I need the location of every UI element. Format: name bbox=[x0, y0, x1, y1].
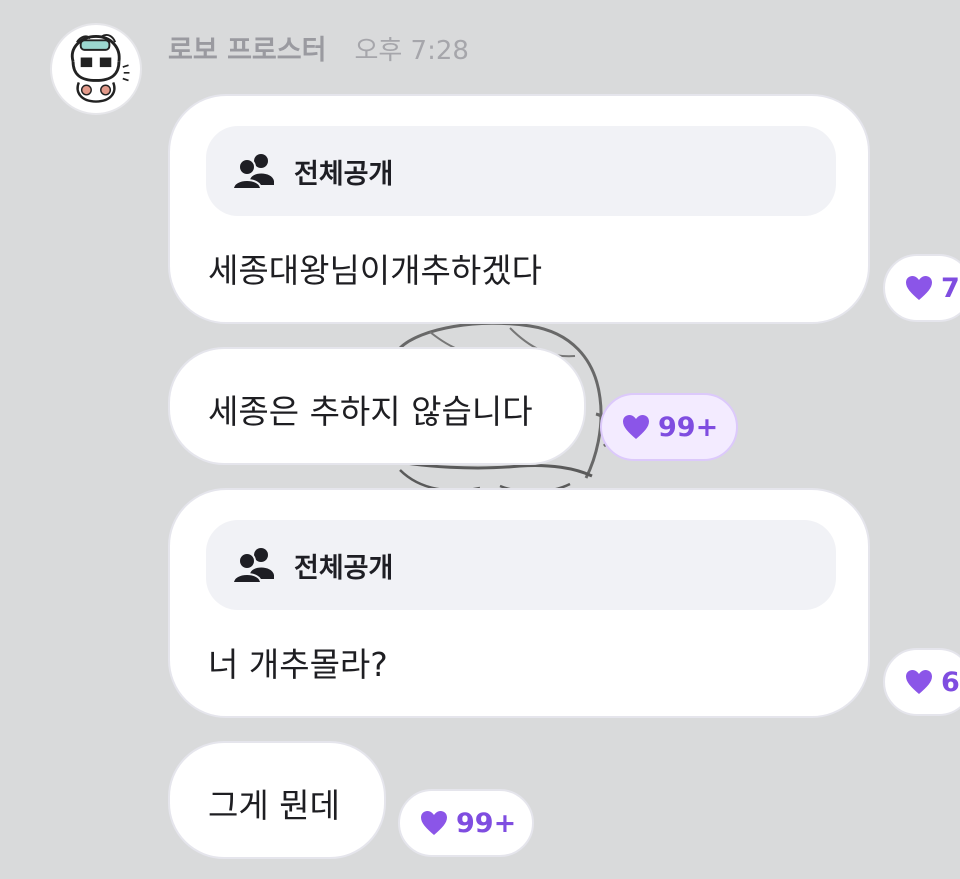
message-time: 오후 7:28 bbox=[354, 36, 469, 66]
message-bubble[interactable]: 전체공개 세종대왕님이개추하겠다 bbox=[168, 94, 870, 324]
avatar-drawing bbox=[70, 33, 130, 103]
message-text: 세종대왕님이개추하겠다 bbox=[208, 251, 542, 290]
reaction-button[interactable]: 78 bbox=[883, 254, 960, 322]
message-text: 너 개추몰라? bbox=[208, 645, 388, 684]
reaction-count: 99+ bbox=[456, 807, 517, 839]
visibility-badge: 전체공개 bbox=[206, 126, 836, 216]
people-icon bbox=[232, 548, 274, 584]
message-bubble[interactable]: 전체공개 너 개추몰라? bbox=[168, 488, 870, 718]
message-header: 로보 프로스터 오후 7:28 bbox=[168, 28, 469, 67]
reaction-count: 99+ bbox=[658, 411, 719, 443]
heart-icon bbox=[906, 670, 932, 694]
reaction-count: 78 bbox=[941, 272, 960, 304]
message-bubble[interactable]: 그게 뭔데 bbox=[168, 741, 386, 859]
message-text: 세종은 추하지 않습니다 bbox=[208, 392, 533, 431]
message-text: 그게 뭔데 bbox=[208, 786, 340, 825]
message-bubble[interactable]: 세종은 추하지 않습니다 bbox=[168, 347, 586, 465]
people-icon bbox=[232, 154, 274, 190]
reaction-button[interactable]: 99+ bbox=[600, 393, 738, 461]
reaction-button[interactable]: 99+ bbox=[398, 789, 534, 857]
heart-icon bbox=[623, 415, 649, 439]
avatar[interactable] bbox=[50, 23, 142, 115]
visibility-label: 전체공개 bbox=[294, 552, 394, 584]
sender-name[interactable]: 로보 프로스터 bbox=[168, 28, 326, 67]
visibility-label: 전체공개 bbox=[294, 158, 394, 190]
reaction-button[interactable]: 6 bbox=[883, 648, 960, 716]
reaction-count: 6 bbox=[941, 666, 960, 698]
visibility-badge: 전체공개 bbox=[206, 520, 836, 610]
heart-icon bbox=[421, 811, 447, 835]
heart-icon bbox=[906, 276, 932, 300]
